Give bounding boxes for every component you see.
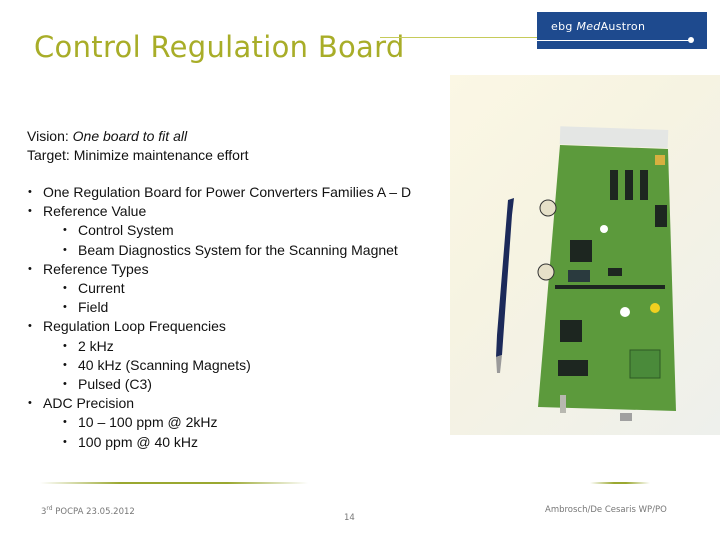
sub-bullet-item: 100 ppm @ 40 kHz [27,433,411,452]
medaustron-logo: ebg MedAustron [537,12,707,49]
circuit-board-photo [450,75,720,435]
bullet-item: Regulation Loop Frequencies [27,317,411,336]
logo-prefix: ebg [551,20,577,33]
sub-bullet-item: Current [27,279,411,298]
chip [558,360,588,376]
circuit-board-illustration [496,126,676,421]
bullet-item: Reference Types [27,260,411,279]
vision-value: One board to fit all [72,128,188,144]
label-sticker [620,307,630,317]
footer-authors: Ambrosch/De Cesaris WP/PO [545,505,667,515]
logo-dot [688,37,694,43]
yellow-dot [650,303,660,313]
slide-title: Control Regulation Board [34,30,405,64]
bullet-item: ADC Precision [27,394,411,413]
chip [655,205,667,227]
footer-event: 3rd POCPA 23.05.2012 [41,505,135,517]
sub-bullet-item: Pulsed (C3) [27,375,411,394]
chip [570,240,592,262]
intro-block: Vision: One board to fit all Target: Min… [27,127,249,165]
vision-label: Vision: [27,128,73,144]
chip [640,170,648,200]
title-divider [380,37,540,38]
logo-line [537,40,691,41]
vision-line: Vision: One board to fit all [27,127,249,146]
logo-italic: Med [576,20,601,33]
sub-bullet-item: 10 – 100 ppm @ 2kHz [27,413,411,432]
logo-text: ebg MedAustron [551,20,645,33]
bullet-item: Reference Value [27,202,411,221]
target-line: Target: Minimize maintenance effort [27,147,249,163]
bullet-item: One Regulation Board for Power Converter… [27,183,411,202]
bnc-connector [620,413,632,421]
sub-bullet-item: Beam Diagnostics System for the Scanning… [27,241,411,260]
chip [625,170,633,200]
chip [610,170,618,200]
chip [568,270,590,282]
pen-icon [496,198,514,373]
component [655,155,665,165]
label-sticker [600,225,608,233]
chip [560,320,582,342]
page-number: 14 [344,513,355,523]
footer-divider-left [40,482,308,484]
event-name-date: POCPA 23.05.2012 [52,506,135,517]
header-strip [555,285,665,289]
sub-bullet-item: Control System [27,221,411,240]
sub-bullet-item: 40 kHz (Scanning Magnets) [27,356,411,375]
edge-connector [559,126,669,149]
sub-bullet-item: 2 kHz [27,337,411,356]
capacitor [539,199,557,217]
footer-divider-right [590,482,650,484]
sub-module [629,349,661,379]
bnc-connector [560,395,566,413]
bullet-list: One Regulation Board for Power Converter… [27,183,411,452]
chip [608,268,622,276]
capacitor [537,263,555,281]
sub-bullet-item: Field [27,298,411,317]
logo-suffix: Austron [600,20,646,33]
